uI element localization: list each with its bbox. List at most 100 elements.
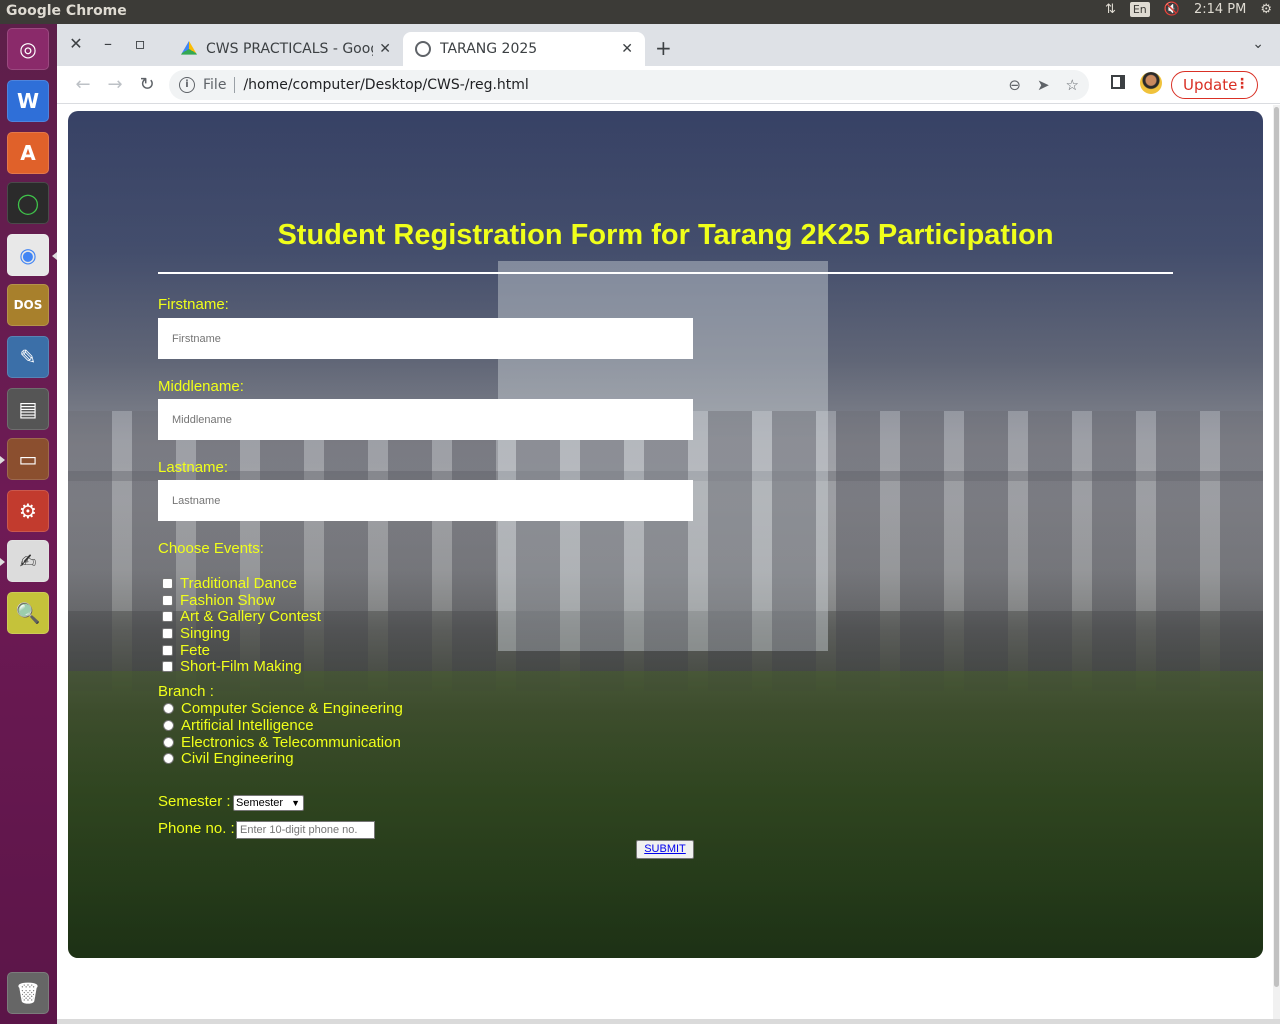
firstname-input[interactable]: Firstname: [158, 318, 693, 359]
system-top-bar: Google Chrome ⇅ En 🔇 2:14 PM ⚙: [0, 0, 1280, 24]
tab-strip: ✕ – ▫ CWS PRACTICALS - Google ✕ TARANG 2…: [57, 24, 1280, 66]
phone-input[interactable]: Enter 10-digit phone no.: [236, 821, 375, 839]
close-window-icon[interactable]: ✕: [65, 34, 87, 53]
minimize-window-icon[interactable]: –: [97, 34, 119, 53]
update-button[interactable]: Update ⋮: [1171, 71, 1258, 99]
network-icon[interactable]: ⇅: [1105, 2, 1116, 17]
side-panel-icon[interactable]: [1111, 75, 1125, 89]
ubuntu-dash-icon[interactable]: ◎: [7, 28, 49, 70]
address-bar[interactable]: i File /home/computer/Desktop/CWS-/reg.h…: [169, 70, 1089, 100]
system-tray: ⇅ En 🔇 2:14 PM ⚙: [1105, 2, 1272, 17]
branch-radio[interactable]: Artificial Intelligence: [163, 717, 314, 734]
radio-icon[interactable]: [163, 753, 174, 764]
branch-radio[interactable]: Computer Science & Engineering: [163, 700, 403, 717]
url-scheme: File: [203, 77, 236, 93]
branch-option-label: Computer Science & Engineering: [181, 700, 403, 717]
vertical-scrollbar[interactable]: [1273, 105, 1280, 1021]
running-indicator-icon: [0, 456, 5, 464]
tab-title: TARANG 2025: [440, 41, 538, 57]
event-checkbox[interactable]: Art & Gallery Contest: [162, 608, 321, 625]
middlename-input[interactable]: Middlename: [158, 399, 693, 440]
checkbox-icon[interactable]: [162, 595, 173, 606]
volume-muted-icon[interactable]: 🔇: [1164, 2, 1180, 17]
draw-app-icon[interactable]: ✎: [7, 336, 49, 378]
tab-cws-practicals[interactable]: CWS PRACTICALS - Google ✕: [169, 32, 403, 66]
tab-tarang-2025[interactable]: TARANG 2025 ✕: [403, 32, 645, 66]
event-label: Art & Gallery Contest: [180, 608, 321, 625]
clock[interactable]: 2:14 PM: [1194, 2, 1246, 17]
scrollbar-thumb[interactable]: [1274, 107, 1279, 987]
branch-option-label: Artificial Intelligence: [181, 717, 314, 734]
divider: [158, 272, 1173, 274]
new-tab-button[interactable]: +: [655, 36, 672, 60]
events-label: Choose Events:: [158, 540, 264, 557]
profile-avatar[interactable]: [1140, 72, 1162, 94]
more-menu-icon[interactable]: ⋮: [1235, 76, 1249, 92]
lastname-label: Lastname:: [158, 459, 229, 476]
reload-icon[interactable]: ↻: [135, 74, 159, 95]
power-gear-icon[interactable]: ⚙: [1260, 2, 1272, 17]
event-label: Singing: [180, 625, 231, 642]
url-text[interactable]: /home/computer/Desktop/CWS-/reg.html: [243, 77, 528, 93]
save-icon[interactable]: ▤: [7, 388, 49, 430]
radio-icon[interactable]: [163, 720, 174, 731]
checkbox-icon[interactable]: [162, 661, 173, 672]
event-checkbox[interactable]: Traditional Dance: [162, 575, 297, 592]
forward-arrow-icon[interactable]: →: [103, 74, 127, 95]
phone-label: Phone no. :: [158, 820, 235, 837]
event-label: Fete: [180, 642, 211, 659]
software-center-icon[interactable]: A: [7, 132, 49, 174]
send-icon[interactable]: ➤: [1037, 76, 1050, 94]
checkbox-icon[interactable]: [162, 578, 173, 589]
bookmark-star-icon[interactable]: ☆: [1066, 76, 1079, 94]
update-label: Update: [1183, 76, 1238, 94]
event-checkbox[interactable]: Short-Film Making: [162, 658, 302, 675]
running-indicator-icon: [0, 558, 5, 566]
close-tab-icon[interactable]: ✕: [621, 41, 633, 57]
checkbox-icon[interactable]: [162, 628, 173, 639]
document-viewer-icon[interactable]: 🔍: [7, 592, 49, 634]
page-viewport: Student Registration Form for Tarang 2K2…: [57, 105, 1273, 1019]
horizontal-scrollbar[interactable]: [57, 1019, 1280, 1024]
zoom-out-icon[interactable]: ⊖: [1008, 76, 1021, 94]
active-app-title: Google Chrome: [6, 3, 127, 19]
text-editor-icon[interactable]: ✍: [7, 540, 49, 582]
branch-label: Branch :: [158, 683, 214, 700]
omnibox-actions: ⊖ ➤ ☆: [1008, 76, 1079, 94]
dosbox-icon[interactable]: DOS: [7, 284, 49, 326]
wps-writer-icon[interactable]: W: [7, 80, 49, 122]
chrome-icon[interactable]: ◉: [7, 234, 49, 276]
trash-icon[interactable]: 🗑: [7, 972, 49, 1014]
close-tab-icon[interactable]: ✕: [379, 41, 391, 57]
tab-search-chevron-icon[interactable]: ⌄: [1252, 36, 1264, 52]
radio-icon[interactable]: [163, 703, 174, 714]
radio-icon[interactable]: [163, 737, 174, 748]
middlename-label: Middlename:: [158, 378, 244, 395]
back-arrow-icon[interactable]: ←: [71, 74, 95, 95]
registration-form: Student Registration Form for Tarang 2K2…: [68, 111, 1263, 958]
page-title: Student Registration Form for Tarang 2K2…: [277, 219, 1054, 251]
semester-label: Semester :: [158, 793, 231, 810]
tab-title: CWS PRACTICALS - Google: [206, 41, 374, 57]
keyboard-layout-indicator[interactable]: En: [1129, 2, 1150, 17]
semester-select[interactable]: Semester ▼: [233, 795, 304, 811]
checkbox-icon[interactable]: [162, 611, 173, 622]
branch-option-label: Electronics & Telecommunication: [181, 734, 401, 751]
event-checkbox[interactable]: Singing: [162, 625, 230, 642]
app-ring-icon[interactable]: ◯: [7, 182, 49, 224]
lastname-input[interactable]: Lastname: [158, 480, 693, 521]
event-label: Short-Film Making: [180, 658, 302, 675]
branch-radio[interactable]: Civil Engineering: [163, 750, 294, 767]
event-checkbox[interactable]: Fashion Show: [162, 592, 275, 609]
settings-tools-icon[interactable]: ⚙: [7, 490, 49, 532]
maximize-window-icon[interactable]: ▫: [129, 34, 151, 53]
chevron-down-icon: ▼: [291, 798, 300, 808]
branch-radio[interactable]: Electronics & Telecommunication: [163, 734, 401, 751]
registration-card: Student Registration Form for Tarang 2K2…: [68, 111, 1263, 958]
submit-button[interactable]: SUBMIT: [636, 840, 694, 859]
site-info-icon[interactable]: i: [179, 77, 195, 93]
event-checkbox[interactable]: Fete: [162, 642, 210, 659]
files-icon[interactable]: ▭: [7, 438, 49, 480]
checkbox-icon[interactable]: [162, 645, 173, 656]
chrome-window: ✕ – ▫ CWS PRACTICALS - Google ✕ TARANG 2…: [57, 24, 1280, 1024]
